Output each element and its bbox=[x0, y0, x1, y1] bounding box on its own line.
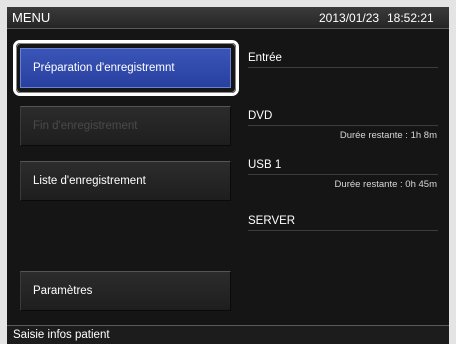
time-display: 18:52:21 bbox=[387, 11, 434, 25]
usb-divider bbox=[248, 174, 438, 175]
menu-title: MENU bbox=[12, 10, 51, 25]
start-recording-prep-button[interactable]: Préparation d'enregistremnt bbox=[20, 48, 231, 88]
date-display: 2013/01/23 bbox=[319, 11, 380, 25]
recording-list-button[interactable]: Liste d'enregistrement bbox=[20, 161, 231, 201]
settings-button[interactable]: Paramètres bbox=[20, 271, 231, 311]
title-bar: MENU 2013/01/23 18:52:21 bbox=[7, 7, 449, 29]
dvd-label: DVD bbox=[248, 110, 273, 122]
status-text: Saisie infos patient bbox=[13, 329, 110, 341]
menu-screen: MENU 2013/01/23 18:52:21 Préparation d'e… bbox=[7, 7, 449, 344]
dvd-divider bbox=[248, 125, 438, 126]
input-divider bbox=[248, 67, 438, 68]
usb-remaining-time: Durée restante : 0h 45m bbox=[334, 179, 437, 190]
usb-label: USB 1 bbox=[248, 159, 282, 171]
end-recording-button[interactable]: Fin d'enregistrement bbox=[20, 106, 231, 146]
input-label: Entrée bbox=[248, 52, 282, 64]
status-bar: Saisie infos patient bbox=[7, 325, 449, 344]
dvd-remaining-time: Durée restante : 1h 8m bbox=[339, 130, 437, 141]
server-divider bbox=[248, 230, 438, 231]
server-label: SERVER bbox=[248, 215, 296, 227]
